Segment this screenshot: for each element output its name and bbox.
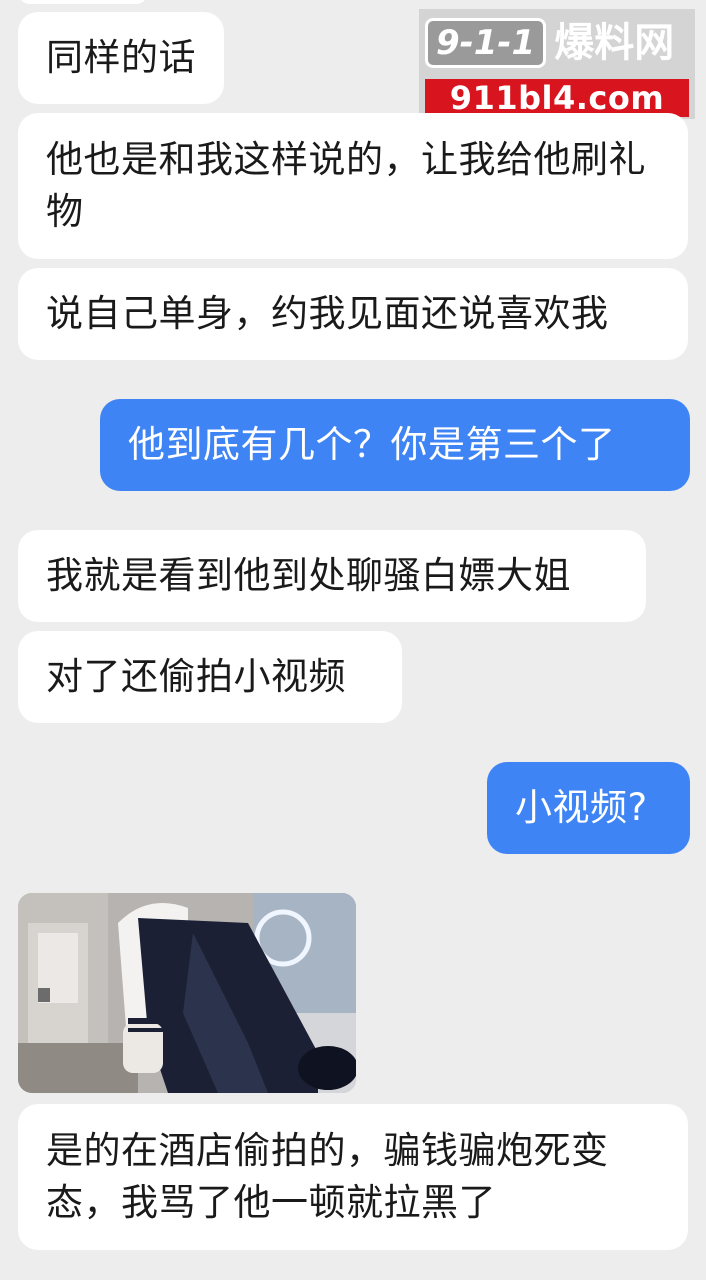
photo-image (18, 893, 356, 1093)
watermark-number: 9-1-1 (425, 18, 547, 68)
message-text: 是的在酒店偷拍的，骗钱骗炮死变态，我骂了他一顿就拉黑了 (46, 1129, 609, 1224)
message-text: 他到底有几个？你是第三个了 (128, 423, 616, 466)
message-bubble-received[interactable]: 同样的话 (18, 12, 224, 104)
message-text: 我就是看到他到处聊骚白嫖大姐 (46, 554, 571, 597)
message-bubble-sent[interactable]: 小视频? (487, 762, 690, 854)
message-bubble-received[interactable]: 我就是看到他到处聊骚白嫖大姐 (18, 530, 646, 622)
message-text: 他也是和我这样说的，让我给他刷礼物 (46, 138, 646, 233)
watermark-domain: 911bl4.com (425, 79, 689, 117)
message-bubble-sent[interactable]: 他到底有几个？你是第三个了 (100, 399, 690, 491)
previous-message-bubble (18, 0, 148, 4)
message-bubble-received[interactable]: 是的在酒店偷拍的，骗钱骗炮死变态，我骂了他一顿就拉黑了 (18, 1104, 688, 1250)
message-text: 同样的话 (46, 36, 196, 79)
video-thumbnail[interactable] (18, 893, 356, 1093)
watermark-logo: 9-1-1 爆料网 911bl4.com (419, 9, 695, 119)
message-bubble-received[interactable]: 他也是和我这样说的，让我给他刷礼物 (18, 113, 688, 259)
message-text: 小视频? (515, 786, 648, 829)
message-text: 对了还偷拍小视频 (46, 655, 346, 698)
watermark-title: 爆料网 (554, 20, 675, 66)
message-bubble-received[interactable]: 说自己单身，约我见面还说喜欢我 (18, 268, 688, 360)
message-bubble-received[interactable]: 对了还偷拍小视频 (18, 631, 402, 723)
message-text: 说自己单身，约我见面还说喜欢我 (46, 292, 609, 335)
